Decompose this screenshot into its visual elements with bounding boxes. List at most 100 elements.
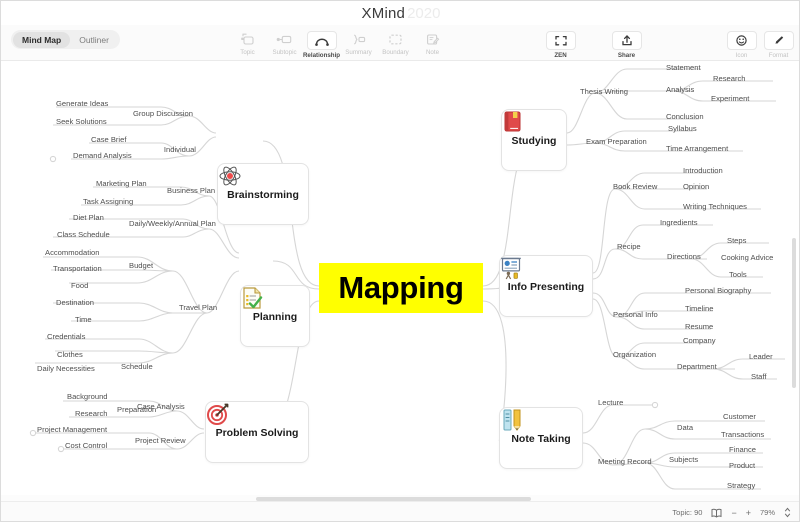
topic-research-ps[interactable]: Research [75, 409, 108, 418]
topic-travel-plan[interactable]: Travel Plan [179, 303, 217, 312]
topic-resume[interactable]: Resume [685, 322, 713, 331]
topic-time[interactable]: Time [75, 315, 92, 324]
topic-group-discussion[interactable]: Group Discussion [133, 109, 193, 118]
zoom-out-button[interactable]: − [731, 508, 736, 518]
topic-time-arrangement[interactable]: Time Arrangement [666, 144, 728, 153]
topic-lecture[interactable]: Lecture [598, 398, 623, 407]
insert-subtopic-button[interactable]: Subtopic [266, 28, 303, 59]
topic-task-assigning[interactable]: Task Assigning [83, 197, 133, 206]
insert-note-button[interactable]: Note [414, 28, 451, 59]
topic-introduction[interactable]: Introduction [683, 166, 723, 175]
topic-staff[interactable]: Staff [751, 372, 766, 381]
topic-ingredients[interactable]: Ingredients [660, 218, 698, 227]
central-topic[interactable]: Mapping [319, 263, 483, 313]
topic-syllabus[interactable]: Syllabus [668, 124, 697, 133]
topic-project-management[interactable]: Project Management [37, 425, 107, 434]
main-node-planning[interactable]: Planning [240, 285, 310, 347]
topic-clothes[interactable]: Clothes [57, 350, 83, 359]
main-node-problem-solving[interactable]: Problem Solving [205, 401, 309, 463]
topic-generate-ideas[interactable]: Generate Ideas [56, 99, 108, 108]
topic-budget[interactable]: Budget [129, 261, 153, 270]
topic-steps[interactable]: Steps [727, 236, 746, 245]
topic-destination[interactable]: Destination [56, 298, 94, 307]
topic-opinion[interactable]: Opinion [683, 182, 709, 191]
topic-demand-analysis[interactable]: Demand Analysis [73, 151, 132, 160]
topic-business-plan[interactable]: Business Plan [167, 186, 215, 195]
topic-directions[interactable]: Directions [667, 252, 701, 261]
right-tool-group: Icon Format [723, 28, 797, 59]
topic-project-review[interactable]: Project Review [135, 436, 186, 445]
insert-boundary-label: Boundary [382, 49, 409, 56]
topic-writing-techniques[interactable]: Writing Techniques [683, 202, 747, 211]
vertical-scrollbar-thumb[interactable] [792, 238, 796, 388]
topic-leader[interactable]: Leader [749, 352, 773, 361]
topic-subjects[interactable]: Subjects [669, 455, 698, 464]
topic-organization[interactable]: Organization [613, 350, 656, 359]
topic-icon [237, 31, 259, 47]
topic-seek-solutions[interactable]: Seek Solutions [56, 117, 107, 126]
topic-personal-info[interactable]: Personal Info [613, 310, 658, 319]
icon-panel-button[interactable]: Icon [723, 28, 760, 59]
main-node-info-presenting[interactable]: Info Presenting [499, 255, 593, 317]
topic-research-studying[interactable]: Research [713, 74, 746, 83]
topic-experiment[interactable]: Experiment [711, 94, 749, 103]
topic-marketing-plan[interactable]: Marketing Plan [96, 179, 147, 188]
topic-case-brief[interactable]: Case Brief [91, 135, 126, 144]
topic-schedule[interactable]: Schedule [121, 362, 153, 371]
topic-strategy[interactable]: Strategy [727, 481, 755, 490]
topic-tools[interactable]: Tools [729, 270, 747, 279]
topic-conclusion[interactable]: Conclusion [666, 112, 704, 121]
topic-thesis-writing[interactable]: Thesis Writing [580, 87, 628, 96]
topic-class-schedule[interactable]: Class Schedule [57, 230, 110, 239]
title-bar: XMind 2020 [1, 1, 799, 25]
topic-personal-biography[interactable]: Personal Biography [685, 286, 751, 295]
topic-analysis[interactable]: Analysis [666, 85, 694, 94]
topic-company[interactable]: Company [683, 336, 716, 345]
topic-recipe[interactable]: Recipe [617, 242, 641, 251]
insert-boundary-button[interactable]: Boundary [377, 28, 414, 59]
topic-cost-control[interactable]: Cost Control [65, 441, 107, 450]
main-node-studying[interactable]: Studying [501, 109, 567, 171]
main-node-note-taking[interactable]: Note Taking [499, 407, 583, 469]
insert-topic-button[interactable]: Topic [229, 28, 266, 59]
topic-diet-plan[interactable]: Diet Plan [73, 213, 104, 222]
mindmap-canvas[interactable]: Brainstorming Planning Problem Solving S… [1, 61, 799, 501]
topic-daily-necessities[interactable]: Daily Necessities [37, 364, 95, 373]
topic-food[interactable]: Food [71, 281, 88, 290]
topic-meeting-record[interactable]: Meeting Record [598, 457, 652, 466]
topic-credentials[interactable]: Credentials [47, 332, 85, 341]
topic-case-analysis[interactable]: Case Analysis [137, 402, 185, 411]
main-node-brainstorming[interactable]: Brainstorming [217, 163, 309, 225]
insert-summary-button[interactable]: Summary [340, 28, 377, 59]
topic-finance[interactable]: Finance [729, 445, 756, 454]
topic-exam-preparation[interactable]: Exam Preparation [586, 137, 647, 146]
tab-outliner[interactable]: Outliner [70, 32, 118, 48]
topic-data[interactable]: Data [677, 423, 693, 432]
topic-accommodation[interactable]: Accommodation [45, 248, 99, 257]
topic-individual[interactable]: Individual [156, 145, 196, 154]
zoom-in-button[interactable]: + [746, 508, 751, 518]
topic-cooking-advice[interactable]: Cooking Advice [721, 253, 773, 262]
topic-background[interactable]: Background [67, 392, 108, 401]
insert-relationship-button[interactable]: Relationship [303, 28, 340, 59]
tab-mind-map[interactable]: Mind Map [13, 31, 71, 48]
topic-customer[interactable]: Customer [723, 412, 756, 421]
topic-book-review[interactable]: Book Review [613, 182, 657, 191]
zen-mode-button[interactable]: ZEN [542, 28, 579, 59]
summary-icon [348, 31, 370, 47]
share-button[interactable]: Share [608, 28, 645, 59]
topic-timeline[interactable]: Timeline [685, 304, 713, 313]
topic-department[interactable]: Department [677, 362, 717, 371]
central-topic-label: Mapping [338, 270, 464, 305]
topic-transactions[interactable]: Transactions [721, 430, 764, 439]
vertical-scrollbar[interactable] [790, 63, 797, 495]
book-icon[interactable] [711, 508, 722, 518]
format-panel-button[interactable]: Format [760, 28, 797, 59]
topic-transportation[interactable]: Transportation [53, 264, 102, 273]
chevron-updown-icon[interactable] [784, 507, 791, 518]
view-mode-switcher[interactable]: Mind Map Outliner [11, 30, 120, 49]
zen-group: ZEN [542, 28, 579, 59]
topic-product[interactable]: Product [729, 461, 755, 470]
topic-statement[interactable]: Statement [666, 63, 701, 72]
topic-dwa-plan[interactable]: Daily/Weekly/Annual Plan [129, 219, 216, 228]
